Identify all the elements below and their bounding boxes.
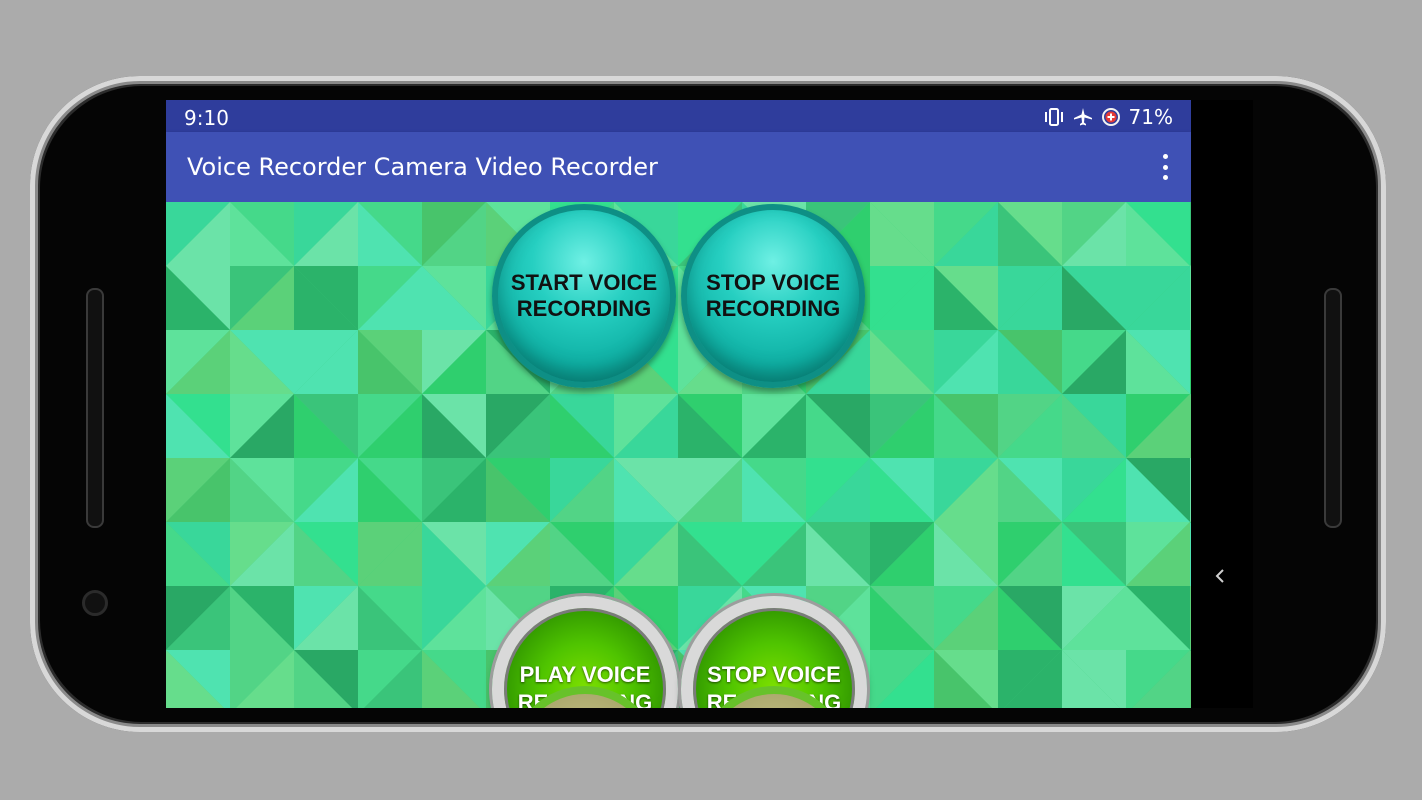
status-bar: 9:10 71% [166, 100, 1191, 132]
background-triangle [1190, 266, 1191, 330]
data-saver-icon [1101, 107, 1121, 127]
main-content: START VOICE RECORDING STOP VOICE RECORDI… [166, 202, 1191, 708]
app-bar: Voice Recorder Camera Video Recorder [166, 132, 1191, 202]
status-icons: 71% [1043, 105, 1173, 129]
background-triangle [1190, 650, 1191, 708]
background-triangle [1190, 202, 1191, 266]
background-triangle [1190, 458, 1191, 522]
left-speaker-grille [86, 288, 104, 528]
airplane-mode-icon [1073, 107, 1093, 127]
background-triangle [1190, 330, 1191, 394]
status-time: 9:10 [184, 106, 229, 130]
background-triangle [1190, 586, 1191, 650]
app-window: 9:10 71% Voice Recorder Camera Video Rec… [166, 100, 1191, 708]
stop-voice-recording-label-top: STOP VOICE RECORDING [705, 270, 841, 321]
start-voice-recording-button[interactable]: START VOICE RECORDING [492, 204, 676, 388]
battery-level: 71% [1128, 105, 1173, 129]
background-triangle [1190, 394, 1191, 458]
front-camera [82, 590, 108, 616]
overflow-menu-icon[interactable] [1153, 154, 1177, 180]
vibrate-icon [1043, 107, 1065, 127]
back-chevron-icon[interactable] [1212, 566, 1228, 586]
app-title: Voice Recorder Camera Video Recorder [187, 153, 658, 181]
right-speaker-grille [1324, 288, 1342, 528]
phone-screen: 9:10 71% Voice Recorder Camera Video Rec… [166, 100, 1253, 708]
start-voice-recording-label: START VOICE RECORDING [510, 270, 658, 321]
triangle-pattern-background [166, 202, 1191, 708]
background-triangle [1190, 522, 1191, 586]
stop-voice-recording-button-top[interactable]: STOP VOICE RECORDING [681, 204, 865, 388]
